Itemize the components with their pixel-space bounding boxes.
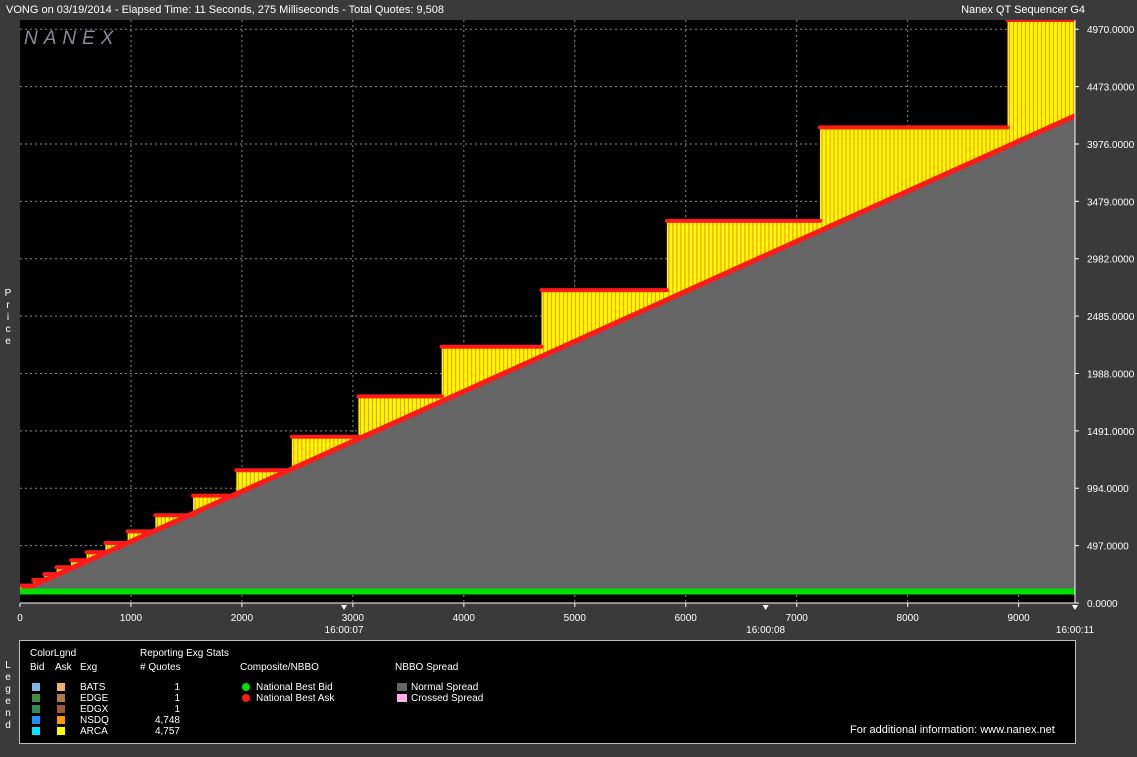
x-tick-label: 9000 [1008, 613, 1031, 624]
time-marker-icon [762, 605, 769, 610]
crossed-spread-label: Crossed Spread [411, 693, 484, 704]
time-label: 16:00:08 [746, 625, 785, 636]
x-tick-label: 7000 [786, 613, 809, 624]
color-legend-title: ColorLgnd [30, 648, 77, 659]
y-axis-label: Price [3, 288, 13, 348]
legend-side-label: Legend [3, 660, 13, 732]
nanex-logo: NANEX [24, 28, 119, 49]
y-axis-label-char: P [4, 288, 12, 299]
ask-color-swatch [57, 716, 65, 724]
y-tick-label: 994.0000 [1087, 484, 1129, 495]
exchange-name: EDGX [80, 704, 109, 715]
y-tick-label: 2485.0000 [1087, 312, 1135, 323]
stats-title: Reporting Exg Stats [140, 648, 229, 659]
bid-color-swatch [32, 683, 40, 691]
y-tick-label: 1491.0000 [1087, 427, 1135, 438]
x-tick-label: 4000 [453, 613, 476, 624]
time-marker-icon [341, 605, 348, 610]
spread-title: NBBO Spread [395, 662, 459, 673]
time-label: 16:00:07 [325, 625, 364, 636]
legend-side-char: g [5, 684, 11, 695]
y-tick-label: 4970.0000 [1087, 25, 1135, 36]
ask-color-swatch [57, 694, 65, 702]
normal-spread-swatch [397, 683, 407, 691]
normal-spread-label: Normal Spread [411, 682, 479, 693]
legend-side-char: d [5, 720, 11, 731]
y-tick-label: 497.0000 [1087, 542, 1129, 553]
exchange-name: EDGE [80, 693, 109, 704]
exchange-name: ARCA [80, 726, 108, 737]
bid-color-swatch [32, 705, 40, 713]
y-axis-label-char: e [5, 336, 11, 347]
info-text: For additional information: www.nanex.ne… [850, 724, 1055, 736]
nbo-marker-icon [242, 694, 250, 702]
exchange-quote-count: 4,748 [154, 715, 180, 726]
stats-col-label: # Quotes [140, 662, 181, 673]
y-axis-label-char: c [5, 324, 11, 335]
exchange-quote-count: 4,757 [154, 726, 180, 737]
legend-side-char: e [5, 696, 11, 707]
ask-color-swatch [57, 683, 65, 691]
y-tick-label: 4473.0000 [1087, 83, 1135, 94]
legend-side-char: e [5, 672, 11, 683]
price-chart: NANEX 0 1000 2000 3000 4000 5000 6000 7000 8000 9… [17, 20, 1135, 636]
legend-side-char: L [5, 660, 11, 671]
x-tick-label: 3000 [342, 613, 365, 624]
x-tick-label: 1000 [120, 613, 143, 624]
crossed-spread-swatch [397, 694, 407, 702]
y-axis-label-char: i [6, 312, 10, 323]
y-tick-label: 3479.0000 [1087, 197, 1135, 208]
x-tick-label: 5000 [564, 613, 587, 624]
nbo-label: National Best Ask [256, 693, 335, 704]
exchange-name: NSDQ [80, 715, 109, 726]
nbb-marker-icon [242, 683, 250, 691]
bid-color-swatch [32, 694, 40, 702]
legend-panel: ColorLgnd Bid Ask Exg Reporting Exg Stat… [19, 640, 1076, 744]
col-exg-label: Exg [80, 662, 98, 673]
bid-color-swatch [32, 716, 40, 724]
legend-side-char: n [5, 708, 11, 719]
x-tick-label: 8000 [897, 613, 920, 624]
y-tick-label: 1988.0000 [1087, 369, 1135, 380]
exchange-quote-count: 1 [174, 682, 180, 693]
y-axis-label-char: r [6, 300, 10, 311]
ask-color-swatch [57, 705, 65, 713]
x-tick-label: 6000 [675, 613, 698, 624]
col-ask-label: Ask [55, 662, 72, 673]
y-tick-label: 0.0000 [1087, 599, 1118, 610]
exchange-quote-count: 1 [174, 704, 180, 715]
col-bid-label: Bid [30, 662, 45, 673]
ask-color-swatch [57, 727, 65, 735]
x-tick-label: 2000 [231, 613, 254, 624]
composite-title: Composite/NBBO [240, 662, 319, 673]
nbb-label: National Best Bid [256, 682, 333, 693]
x-tick-label: 0 [17, 613, 23, 624]
y-tick-label: 3976.0000 [1087, 140, 1135, 151]
exchange-quote-count: 1 [174, 693, 180, 704]
time-marker-icon [1072, 605, 1078, 610]
bid-color-swatch [32, 727, 40, 735]
y-tick-label: 2982.0000 [1087, 255, 1135, 266]
exchange-name: BATS [80, 682, 106, 693]
time-label: 16:00:11 [1056, 625, 1095, 636]
